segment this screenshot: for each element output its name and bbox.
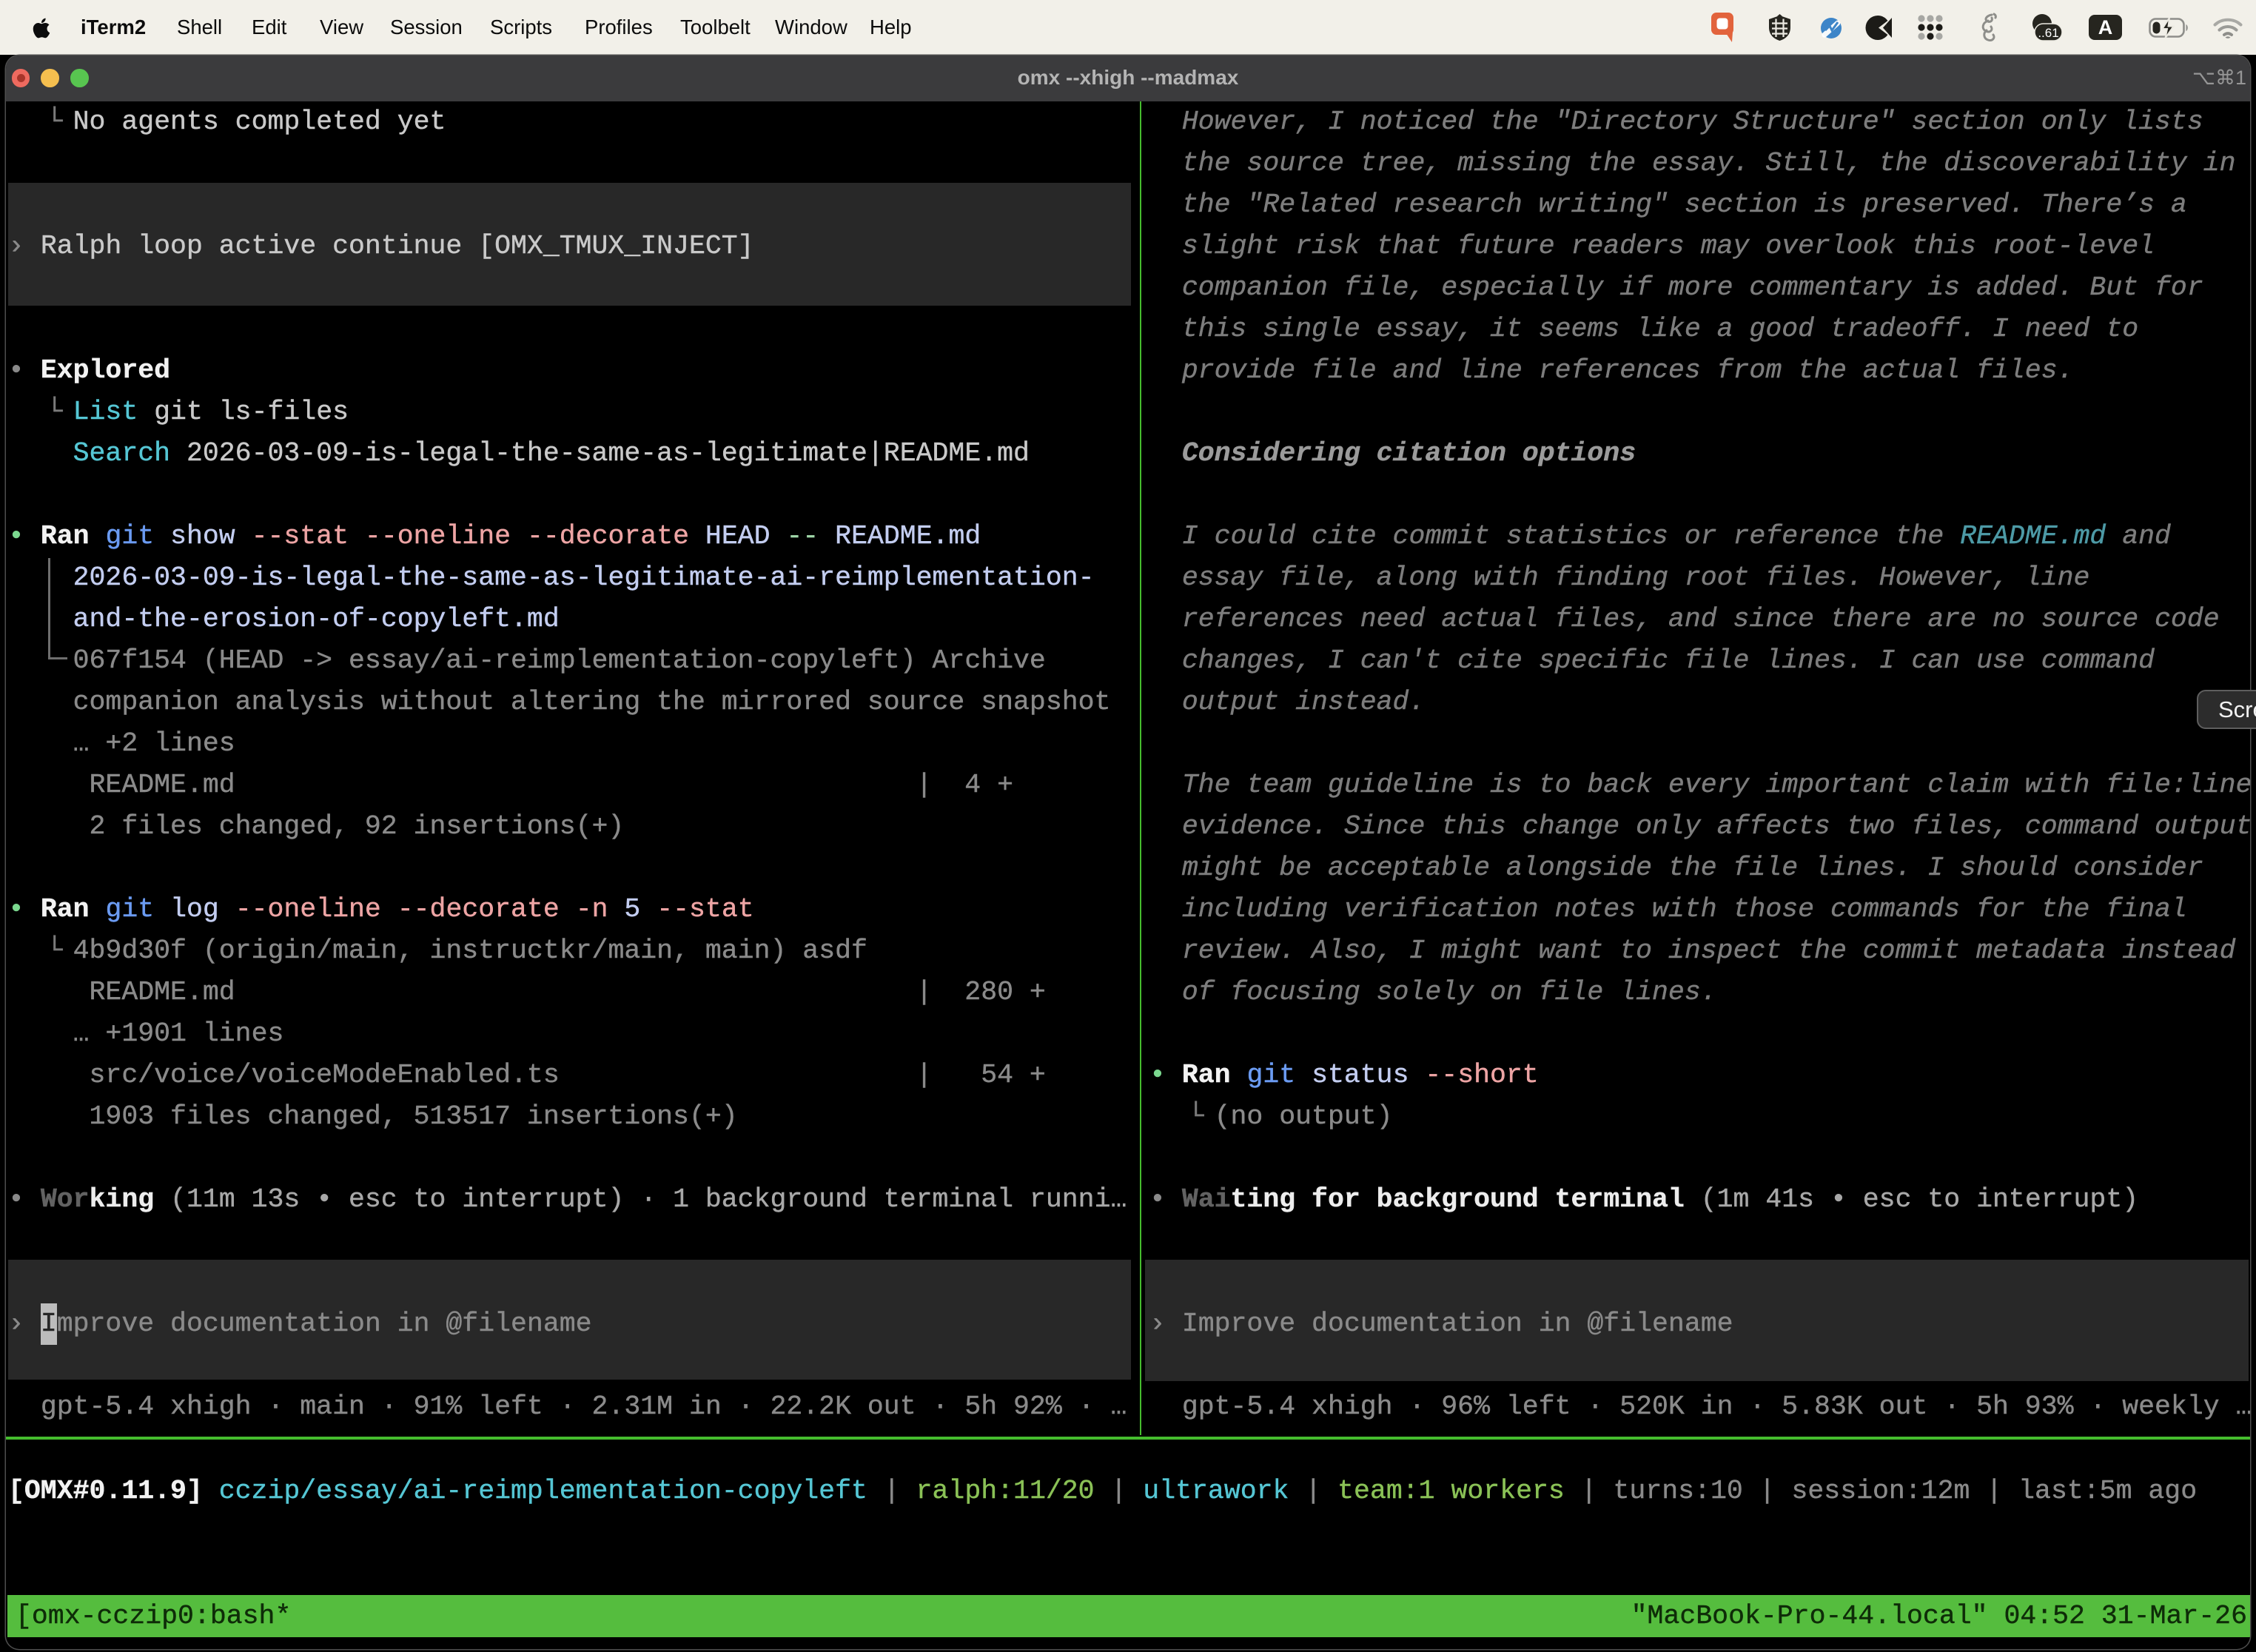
svg-text:..61: ..61 [2038,26,2058,40]
